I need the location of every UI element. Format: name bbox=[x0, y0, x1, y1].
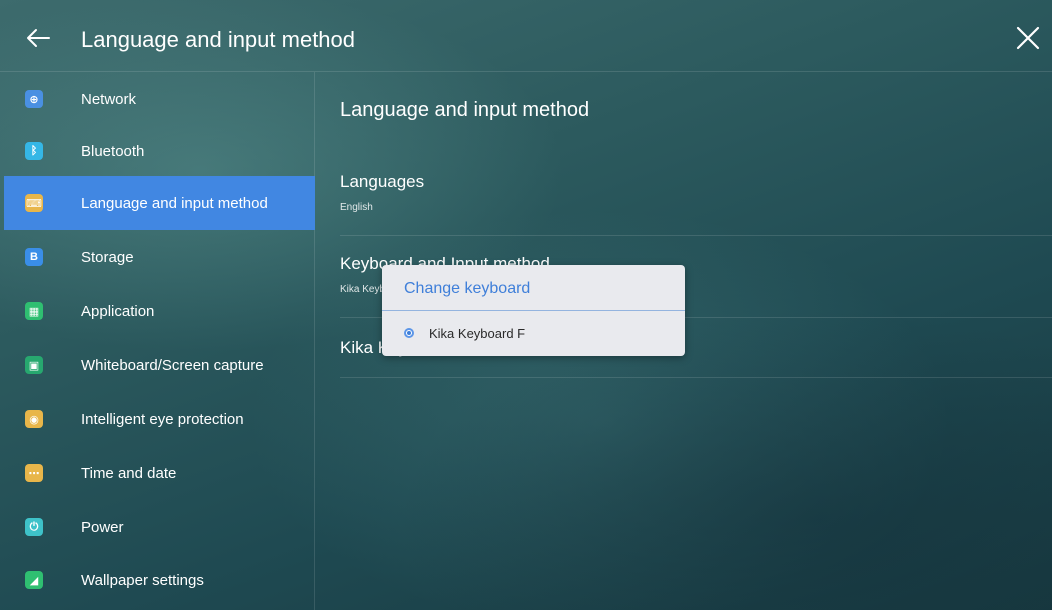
sidebar-item-intelligent-eye-protection[interactable]: ◉ Intelligent eye protection bbox=[4, 392, 315, 446]
content-title: Language and input method bbox=[340, 99, 590, 121]
top-bar: Language and input method bbox=[0, 0, 1052, 72]
sidebar-item-whiteboard-screen-capture[interactable]: ▣ Whiteboard/Screen capture bbox=[4, 338, 315, 392]
sidebar-item-label: Power bbox=[81, 518, 124, 536]
sidebar-item-storage[interactable]: B Storage bbox=[4, 230, 315, 284]
sidebar-item-label: Language and input method bbox=[81, 194, 268, 212]
sidebar-item-time-and-date[interactable]: ⋯ Time and date bbox=[4, 446, 315, 500]
globe-icon: ⊕ bbox=[25, 90, 43, 108]
close-icon[interactable] bbox=[1010, 20, 1046, 56]
sidebar-item-label: Whiteboard/Screen capture bbox=[81, 356, 264, 374]
sidebar-item-network[interactable]: ⊕ Network bbox=[4, 72, 315, 126]
page-title: Language and input method bbox=[81, 27, 356, 52]
dialog-divider bbox=[382, 310, 685, 311]
apps-icon: ▦ bbox=[25, 302, 43, 320]
keyboard-icon: ⌨ bbox=[25, 194, 43, 212]
sidebar-item-bluetooth[interactable]: ᛒ Bluetooth bbox=[4, 124, 315, 178]
dialog-title: Change keyboard bbox=[404, 280, 531, 297]
bluetooth-icon: ᛒ bbox=[25, 142, 43, 160]
sidebar: ⊕ Network ᛒ Bluetooth ⌨ Language and input me… bbox=[4, 72, 315, 610]
sidebar-item-label: Wallpaper settings bbox=[81, 571, 204, 589]
back-arrow-icon[interactable] bbox=[20, 20, 56, 56]
keyboard-option[interactable]: Kika Keyboard F bbox=[404, 323, 664, 343]
calendar-icon: ⋯ bbox=[25, 464, 43, 482]
eye-icon: ◉ bbox=[25, 410, 43, 428]
sidebar-item-label: Application bbox=[81, 302, 155, 320]
languages-label: Languages bbox=[340, 172, 425, 191]
sidebar-item-power[interactable]: ⏻ Power bbox=[4, 500, 315, 554]
sidebar-item-label: Time and date bbox=[81, 464, 177, 482]
wallpaper-icon: ◢ bbox=[25, 571, 43, 589]
languages-value: English bbox=[340, 202, 373, 213]
sidebar-item-label: Intelligent eye protection bbox=[81, 410, 244, 428]
sidebar-item-label: Storage bbox=[81, 248, 134, 266]
languages-row[interactable]: Languages English bbox=[340, 164, 1052, 236]
screen-capture-icon: ▣ bbox=[25, 356, 43, 374]
sidebar-item-application[interactable]: ▦ Application bbox=[4, 284, 315, 338]
power-icon: ⏻ bbox=[25, 518, 43, 536]
sidebar-item-label: Bluetooth bbox=[81, 142, 145, 160]
sidebar-item-wallpaper-settings[interactable]: ◢ Wallpaper settings bbox=[4, 553, 315, 607]
storage-icon: B bbox=[25, 248, 43, 266]
change-keyboard-dialog: Change keyboard Kika Keyboard F bbox=[382, 265, 685, 356]
sidebar-item-label: Network bbox=[81, 90, 137, 108]
keyboard-option-label: Kika Keyboard F bbox=[429, 325, 526, 341]
radio-selected-icon[interactable] bbox=[404, 328, 414, 338]
sidebar-item-language-and-input-method[interactable]: ⌨ Language and input method bbox=[4, 176, 315, 230]
